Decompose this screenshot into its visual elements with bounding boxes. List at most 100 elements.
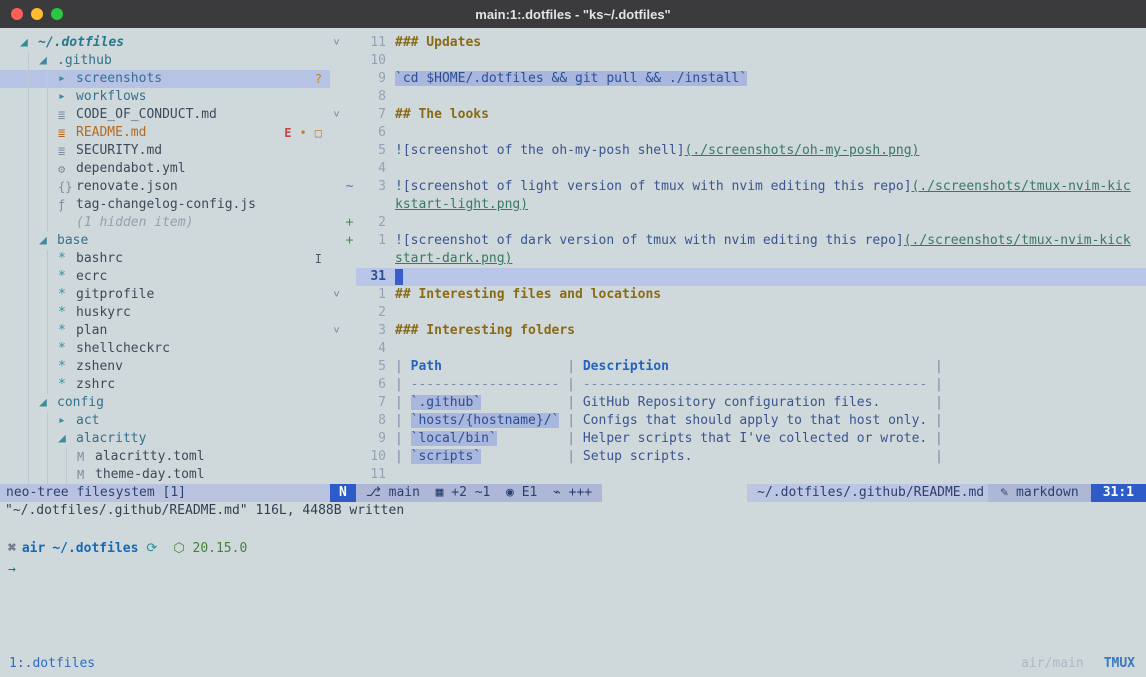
editor-line[interactable]: ˅3### Interesting folders — [330, 322, 1146, 340]
tree-item-label: config — [57, 394, 104, 412]
line-number: 9 — [356, 70, 395, 88]
tree-item-ecrc[interactable]: *ecrc — [0, 268, 330, 286]
fold-marker: ˅ — [330, 286, 343, 304]
editor-line[interactable]: +2 — [330, 214, 1146, 232]
line-number: 4 — [356, 160, 395, 178]
tree-item-label: SECURITY.md — [76, 142, 162, 160]
line-text — [395, 88, 1146, 106]
tree-item-bashrc[interactable]: *bashrcI — [0, 250, 330, 268]
editor-line[interactable]: 31 — [330, 268, 1146, 286]
editor-line[interactable]: 8| `hosts/{hostname}/` | Configs that sh… — [330, 412, 1146, 430]
editor-line[interactable]: 5| Path | Description | — [330, 358, 1146, 376]
shell-area[interactable]: ⌘air~/.dotfiles⟳⬡ 20.15.0 → — [0, 520, 1146, 649]
editor-line[interactable]: 2 — [330, 304, 1146, 322]
line-text — [395, 268, 1146, 286]
git-sign — [343, 70, 356, 88]
git-sign — [343, 250, 356, 268]
folder-open-icon: ◢ — [20, 34, 36, 52]
tree-item-github[interactable]: ◢.github — [0, 52, 330, 70]
maximize-button[interactable] — [51, 8, 63, 20]
tree-item-workflows[interactable]: ▸workflows — [0, 88, 330, 106]
tree-item-zshenv[interactable]: *zshenv — [0, 358, 330, 376]
editor-line[interactable]: 5![screenshot of the oh-my-posh shell](.… — [330, 142, 1146, 160]
neo-tree-statusline: neo-tree filesystem [1] — [0, 484, 330, 502]
fold-marker — [330, 88, 343, 106]
editor-line[interactable]: 4 — [330, 160, 1146, 178]
tree-item-theme-day-toml[interactable]: Mtheme-day.toml — [0, 466, 330, 484]
tree-item-screenshots[interactable]: ▸screenshots? — [0, 70, 330, 88]
git-sign — [343, 52, 356, 70]
editor-pane[interactable]: ˅11### Updates109`cd $HOME/.dotfiles && … — [330, 28, 1146, 502]
shell-icon: * — [58, 376, 74, 394]
text-segment: | — [927, 413, 943, 428]
line-number: 8 — [356, 88, 395, 106]
tree-item-alacritty-toml[interactable]: Malacritty.toml — [0, 448, 330, 466]
tmux-statusbar: 1:.dotfiles air/main TMUX — [0, 649, 1146, 677]
editor-line[interactable]: 9| `local/bin` | Helper scripts that I'v… — [330, 430, 1146, 448]
editor-line[interactable]: 9`cd $HOME/.dotfiles && git pull && ./in… — [330, 70, 1146, 88]
git-sign: + — [343, 214, 356, 232]
git-sign — [343, 322, 356, 340]
editor-line[interactable]: ˅7## The looks — [330, 106, 1146, 124]
git-sign — [343, 304, 356, 322]
tree-item-plan[interactable]: *plan — [0, 322, 330, 340]
statusline: N ⎇ main ▦ +2 ~1 ◉ E1 ⌁ +++ ~/.dotfiles/… — [330, 484, 1146, 502]
editor-line[interactable]: ˅1## Interesting files and locations — [330, 286, 1146, 304]
editor-line[interactable]: kstart-light.png) — [330, 196, 1146, 214]
editor-line[interactable]: start-dark.png) — [330, 250, 1146, 268]
editor-line[interactable]: 7| `.github` | GitHub Repository configu… — [330, 394, 1146, 412]
text-segment: ![screenshot of the oh-my-posh shell] — [395, 143, 685, 158]
close-button[interactable] — [11, 8, 23, 20]
tree-item-security-md[interactable]: ≣SECURITY.md — [0, 142, 330, 160]
tree-item-label: .github — [57, 52, 112, 70]
tree-item-zshrc[interactable]: *zshrc — [0, 376, 330, 394]
editor-line[interactable]: +1![screenshot of dark version of tmux w… — [330, 232, 1146, 250]
minimize-button[interactable] — [31, 8, 43, 20]
editor-line[interactable]: 6 — [330, 124, 1146, 142]
line-text: ![screenshot of light version of tmux wi… — [395, 178, 1146, 196]
indent-guide — [28, 466, 39, 484]
text-segment: (./screenshots/tmux-nvim-kic — [912, 179, 1131, 194]
tree-item-shellcheckrc[interactable]: *shellcheckrc — [0, 340, 330, 358]
editor-line[interactable]: ˅11### Updates — [330, 34, 1146, 52]
braces-icon: {} — [58, 178, 74, 196]
editor-line[interactable]: 10 — [330, 52, 1146, 70]
git-sign — [343, 340, 356, 358]
indent-guide — [47, 376, 58, 394]
editor-line[interactable]: 11 — [330, 466, 1146, 484]
line-number: 3 — [356, 322, 395, 340]
tree-item-readme-md[interactable]: ≣README.mdE•□ — [0, 124, 330, 142]
indent-guide — [47, 214, 58, 232]
tree-item-1-hidden-item[interactable]: (1 hidden item) — [0, 214, 330, 232]
git-sign — [343, 124, 356, 142]
tree-item-dotfiles[interactable]: ◢~/.dotfiles — [0, 34, 330, 52]
text-segment: ## The looks — [395, 107, 489, 122]
doc-icon: ≣ — [58, 142, 74, 160]
editor-line[interactable]: 10| `scripts` | Setup scripts. | — [330, 448, 1146, 466]
tree-item-renovate-json[interactable]: {}renovate.json — [0, 178, 330, 196]
git-sign — [343, 358, 356, 376]
tree-item-label: renovate.json — [76, 178, 178, 196]
tree-item-config[interactable]: ◢config — [0, 394, 330, 412]
tree-item-huskyrc[interactable]: *huskyrc — [0, 304, 330, 322]
tree-item-gitprofile[interactable]: *gitprofile — [0, 286, 330, 304]
tree-item-alacritty[interactable]: ◢alacritty — [0, 430, 330, 448]
line-text — [395, 466, 1146, 484]
editor-line[interactable]: 8 — [330, 88, 1146, 106]
text-segment: Path — [411, 359, 442, 374]
git-status-segment: ⎇ main ▦ +2 ~1 ◉ E1 ⌁ +++ — [356, 484, 602, 502]
tree-item-code-of-conduct-md[interactable]: ≣CODE_OF_CONDUCT.md — [0, 106, 330, 124]
tree-item-base[interactable]: ◢base — [0, 232, 330, 250]
fold-marker — [330, 268, 343, 286]
line-text — [395, 340, 1146, 358]
editor-line[interactable]: 4 — [330, 340, 1146, 358]
status-badge: □ — [315, 124, 322, 142]
editor-line[interactable]: 6| ------------------- | ---------------… — [330, 376, 1146, 394]
tree-item-dependabot-yml[interactable]: ⚙dependabot.yml — [0, 160, 330, 178]
indent-guide — [28, 88, 39, 106]
editor-buffer[interactable]: ˅11### Updates109`cd $HOME/.dotfiles && … — [330, 28, 1146, 484]
tree-item-act[interactable]: ▸act — [0, 412, 330, 430]
tree-item-tag-changelog-config-js[interactable]: ƒtag-changelog-config.js — [0, 196, 330, 214]
editor-line[interactable]: ~3![screenshot of light version of tmux … — [330, 178, 1146, 196]
line-number: 11 — [356, 466, 395, 484]
